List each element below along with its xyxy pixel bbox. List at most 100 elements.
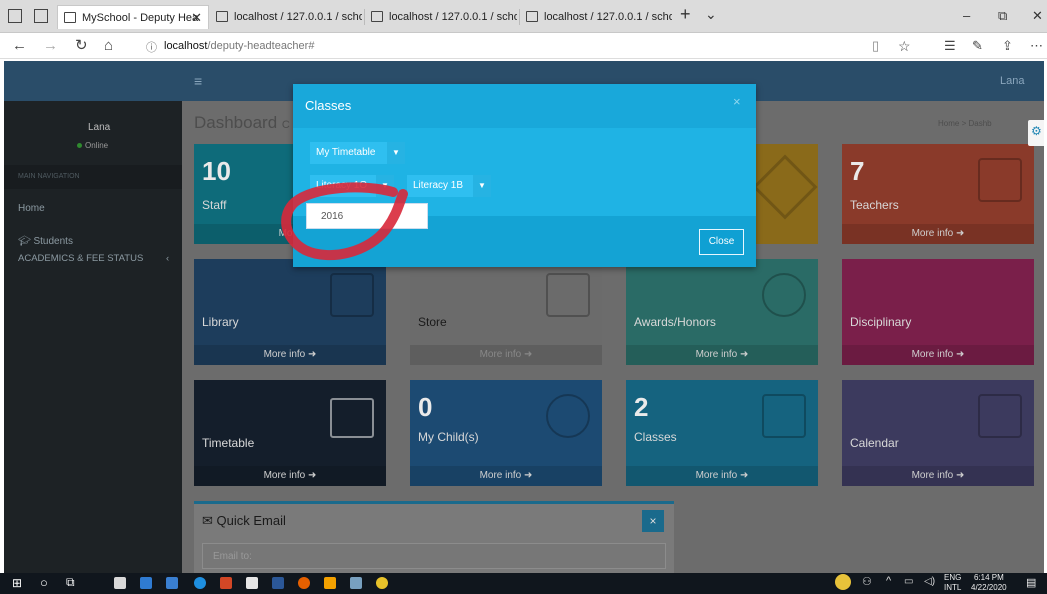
more-info-link[interactable]: More info ➜ — [194, 345, 386, 365]
box-label: Teachers — [850, 198, 899, 212]
notepad-icon[interactable] — [246, 577, 258, 589]
restore-button[interactable]: ⧉ — [998, 8, 1007, 24]
email-to-placeholder: Email to: — [213, 551, 252, 562]
modal-close-x-icon[interactable]: × — [733, 94, 741, 109]
app-icon[interactable] — [350, 577, 362, 589]
modal-title: Classes — [305, 98, 352, 113]
chrome-icon[interactable] — [376, 577, 388, 589]
disciplinary-box[interactable]: Disciplinary More info ➜ — [842, 259, 1034, 365]
teachers-box[interactable]: 7 Teachers More info ➜ — [842, 144, 1034, 244]
chevron-left-icon: ‹ — [166, 253, 170, 264]
more-info-link[interactable]: More info ➜ — [842, 345, 1034, 365]
notifications-icon[interactable]: ▤ — [1026, 576, 1036, 589]
powerpoint-icon[interactable] — [220, 577, 232, 589]
forward-arrow-icon[interactable]: → — [43, 36, 58, 56]
mail-icon[interactable] — [140, 577, 152, 589]
breadcrumb-home[interactable]: Home — [938, 119, 959, 128]
url-host: localhost — [164, 40, 208, 52]
close-button[interactable]: Close — [699, 229, 744, 255]
refresh-icon[interactable]: ↻ — [75, 36, 88, 56]
language-indicator[interactable]: ENG — [944, 573, 961, 582]
box-label: Disciplinary — [850, 315, 912, 329]
quick-email-close-button[interactable]: × — [642, 510, 664, 532]
people-icon[interactable]: ⚇ — [862, 575, 872, 588]
word-icon[interactable] — [272, 577, 284, 589]
help-icon[interactable] — [835, 574, 851, 590]
boxes-icon — [546, 273, 590, 317]
box-icon — [752, 154, 818, 220]
my-child-box[interactable]: 0 My Child(s) More info ➜ — [410, 380, 602, 486]
language-indicator-sub: INTL — [944, 583, 962, 592]
quick-email-title: ✉ Quick Email — [202, 513, 286, 528]
volume-icon[interactable]: ◁) — [924, 576, 935, 587]
firefox-icon[interactable] — [298, 577, 310, 589]
graduation-cap-icon: 🎓︎ — [18, 236, 34, 247]
notes-pen-icon[interactable]: ✎ — [972, 36, 983, 56]
timetable-box[interactable]: Timetable More info ➜ — [194, 380, 386, 486]
red-annotation-circle — [281, 182, 408, 261]
more-info-link[interactable]: More info ➜ — [410, 345, 602, 365]
more-info-link[interactable]: More info ➜ — [626, 466, 818, 486]
sidebar-toggle-icon[interactable]: ≡ — [194, 73, 202, 89]
awards-box[interactable]: Awards/Honors More info ➜ — [626, 259, 818, 365]
email-to-input[interactable]: Email to: — [202, 543, 666, 569]
store-box[interactable]: Store More info ➜ — [410, 259, 602, 365]
tab-label: localhost / 127.0.0.1 / schoc — [544, 11, 672, 23]
home-icon[interactable]: ⌂ — [104, 36, 113, 56]
box-label: Library — [202, 315, 239, 329]
new-tab-button[interactable]: + — [680, 4, 691, 25]
my-timetable-dropdown[interactable]: My Timetable ▼ — [310, 142, 405, 164]
windows-start-icon[interactable]: ⊞ — [12, 576, 22, 590]
back-arrow-icon[interactable]: ← — [12, 36, 27, 56]
favorites-hub-icon[interactable]: ☰ — [944, 36, 956, 56]
more-info-link[interactable]: More info ➜ — [410, 466, 602, 486]
reading-view-icon[interactable]: ▯ — [872, 36, 879, 56]
box-count: 2 — [634, 392, 649, 422]
sidebar-item-home[interactable]: Home — [18, 203, 45, 214]
box-count: 0 — [418, 392, 433, 422]
task-view-icon[interactable]: ⧉ — [66, 575, 75, 590]
show-hidden-icons-chevron[interactable]: ^ — [886, 575, 891, 587]
more-info-link[interactable]: More info ➜ — [842, 224, 1034, 244]
settings-gear-button[interactable]: ⚙ — [1028, 120, 1044, 146]
calendar-box[interactable]: Calendar More info ➜ — [842, 380, 1034, 486]
site-info-icon[interactable]: ⓘ — [146, 38, 157, 58]
minimize-button[interactable]: – — [963, 8, 970, 23]
more-info-link[interactable]: More info ➜ — [626, 345, 818, 365]
box-label: Classes — [634, 430, 677, 444]
search-icon[interactable]: ○ — [40, 575, 48, 590]
store-icon[interactable] — [114, 577, 126, 589]
tab-myschool[interactable]: MySchool - Deputy Hea ✕ — [57, 5, 209, 29]
sidebar-section-header: MAIN NAVIGATION — [18, 173, 80, 180]
sidebar-item-students[interactable]: 🎓︎ Students — [18, 236, 73, 247]
sidebar-item-academics[interactable]: ACADEMICS & FEE STATUS ‹ — [18, 253, 178, 264]
tab-localhost-1[interactable]: localhost / 127.0.0.1 / schoc — [210, 5, 362, 29]
close-window-button[interactable]: ✕ — [1032, 8, 1043, 24]
more-icon[interactable]: ⋯ — [1030, 36, 1043, 56]
more-info-link[interactable]: More info ➜ — [194, 466, 386, 486]
network-icon[interactable]: ▭ — [904, 576, 913, 587]
close-tab-icon[interactable]: ✕ — [191, 6, 202, 29]
tab-localhost-3[interactable]: localhost / 127.0.0.1 / schoc — [520, 5, 672, 29]
share-icon[interactable]: ⇪ — [1002, 36, 1013, 56]
sidebar-user-status: Online — [85, 141, 109, 150]
sublime-icon[interactable] — [324, 577, 336, 589]
box-label: Store — [418, 315, 447, 329]
set-tabs-aside-icon[interactable] — [34, 9, 48, 23]
favorite-star-icon[interactable]: ☆ — [898, 36, 911, 56]
sidebar-section: MAIN NAVIGATION — [4, 165, 182, 189]
classes-box[interactable]: 2 Classes More info ➜ — [626, 380, 818, 486]
clock-time[interactable]: 6:14 PM — [974, 573, 1004, 582]
library-box[interactable]: Library More info ➜ — [194, 259, 386, 365]
more-info-link[interactable]: More info ➜ — [842, 466, 1034, 486]
explorer-icon[interactable] — [166, 577, 178, 589]
user-menu[interactable]: Lana — [1000, 75, 1024, 87]
edge-icon[interactable] — [194, 577, 206, 589]
people-icon — [978, 273, 1022, 317]
tab-menu-chevron-icon[interactable]: ⌄ — [705, 6, 717, 23]
url-path: /deputy-headteacher# — [207, 40, 315, 52]
breadcrumb-current: Dashb — [968, 119, 992, 128]
tab-preview-icon[interactable] — [8, 9, 22, 23]
tab-localhost-2[interactable]: localhost / 127.0.0.1 / schoc — [365, 5, 517, 29]
sidebar-item-label: Students — [33, 236, 73, 247]
